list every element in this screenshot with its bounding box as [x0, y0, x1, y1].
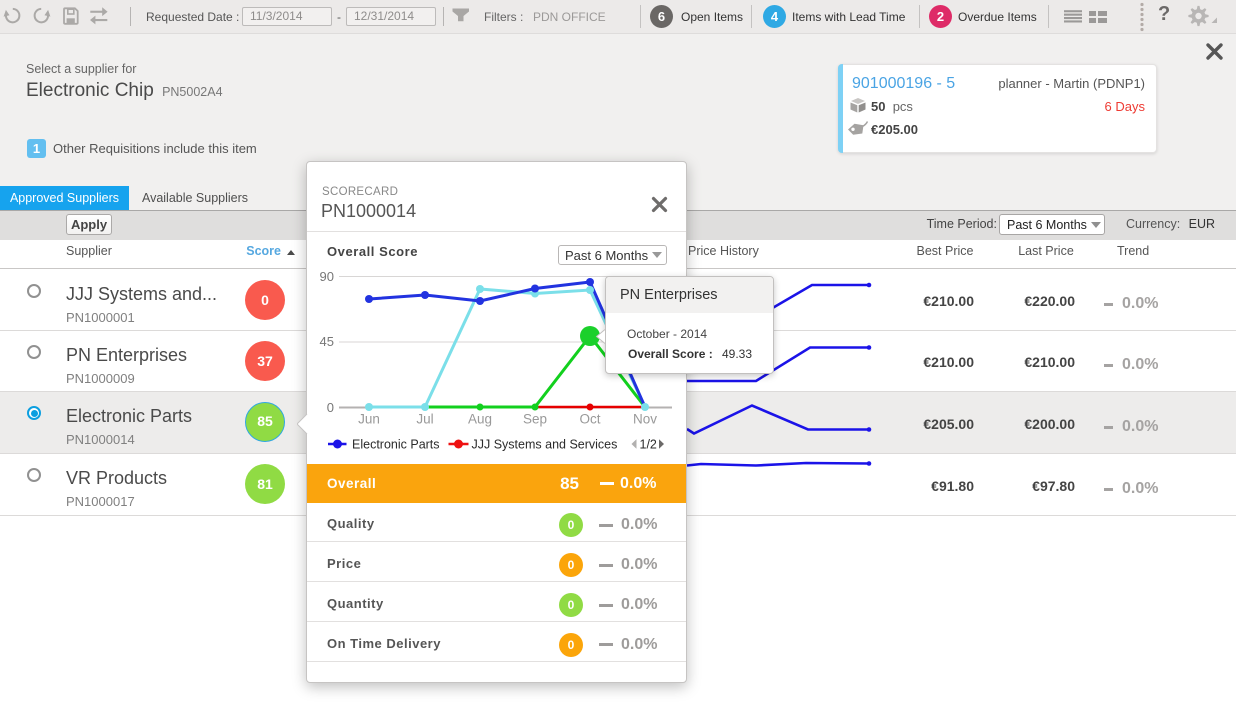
svg-text:JJJ Systems and Services: JJJ Systems and Services	[472, 438, 618, 452]
svg-text:90: 90	[320, 269, 334, 284]
svg-text:Electronic Parts: Electronic Parts	[352, 438, 440, 452]
svg-text:45: 45	[320, 334, 334, 349]
svg-text:0: 0	[327, 400, 334, 415]
svg-text:Jun: Jun	[358, 412, 380, 427]
svg-text:Sep: Sep	[523, 412, 547, 427]
svg-text:Jul: Jul	[416, 412, 433, 427]
svg-text:1/2: 1/2	[640, 438, 657, 452]
svg-text:Oct: Oct	[579, 412, 600, 427]
svg-text:Aug: Aug	[468, 412, 492, 427]
svg-text:Nov: Nov	[633, 412, 657, 427]
